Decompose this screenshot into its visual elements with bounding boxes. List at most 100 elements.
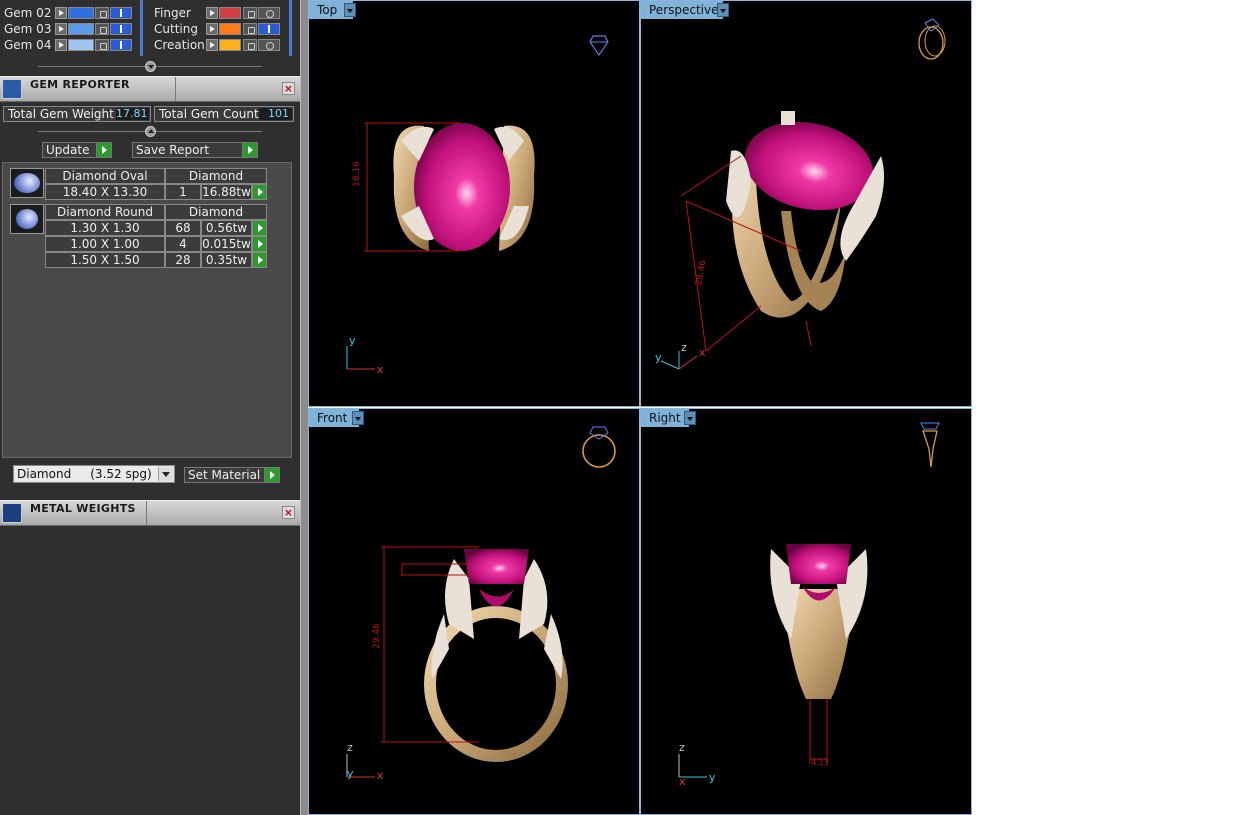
layer-row[interactable]: Cutting <box>150 22 290 37</box>
gem-shape-cell: Diamond Round <box>45 204 165 220</box>
axis-triad <box>678 754 707 778</box>
axis-z-label: z <box>679 741 685 754</box>
layer-row[interactable]: Finger <box>150 6 290 21</box>
gem-count-cell: 28 <box>165 252 201 268</box>
select-gems-arrow-icon[interactable] <box>252 252 267 268</box>
gem-shape-cell: Diamond Oval <box>45 168 165 184</box>
total-gem-count-label: Total Gem Count <box>159 107 259 121</box>
update-button[interactable]: Update <box>42 142 112 158</box>
close-icon[interactable]: × <box>282 506 295 519</box>
save-report-button[interactable]: Save Report <box>132 142 258 158</box>
layer-color-swatch[interactable] <box>68 7 94 19</box>
layer-name: Gem 04 <box>4 38 52 52</box>
axis-z-label: z <box>681 341 687 354</box>
chevron-down-icon[interactable] <box>158 467 173 481</box>
go-arrow-icon[interactable] <box>264 468 279 482</box>
layer-expand-icon[interactable] <box>206 23 218 35</box>
gem-count-cell: 1 <box>165 184 201 200</box>
viewport-top[interactable]: 18.16 y x Top <box>308 0 640 407</box>
viewport-front[interactable]: 29.46 z y x Front <box>308 408 640 815</box>
visibility-toggle-icon[interactable] <box>258 7 280 19</box>
viewport-tab-label: Front <box>317 411 348 425</box>
layer-expand-icon[interactable] <box>206 7 218 19</box>
chevron-down-icon[interactable] <box>717 3 729 17</box>
gem-oval-thumbnail[interactable] <box>10 168 44 198</box>
gem-round-thumbnail[interactable] <box>10 204 44 234</box>
axis-x-label: x <box>377 363 384 376</box>
axis-z-label: z <box>347 741 353 754</box>
collapse-toggle-icon[interactable] <box>145 61 156 72</box>
viewport-right[interactable]: 4.13 z x y Right <box>640 408 972 815</box>
perspective-view-canvas: 28.46 y z x <box>655 18 946 370</box>
layer-color-swatch[interactable] <box>219 39 241 51</box>
select-gems-arrow-icon[interactable] <box>252 220 267 236</box>
viewport-tab-label: Top <box>317 3 338 17</box>
diamond-oval-icon <box>14 173 40 193</box>
lock-icon[interactable] <box>243 7 257 19</box>
visibility-toggle-icon[interactable] <box>110 23 132 35</box>
material-select[interactable]: Diamond (3.52 spg) <box>13 465 175 483</box>
gem-weight-cell: 0.56tw <box>201 220 252 236</box>
lock-icon[interactable] <box>243 39 257 51</box>
gem-weight-cell: 0.015tw <box>201 236 252 252</box>
viewport-tab-label: Perspective <box>649 3 719 17</box>
viewport-perspective[interactable]: 28.46 y z x Perspective <box>640 0 972 407</box>
visibility-toggle-icon[interactable] <box>258 23 280 35</box>
layer-color-swatch[interactable] <box>68 23 94 35</box>
layer-name: Gem 02 <box>4 6 52 20</box>
dimension-label: 18.16 <box>352 161 362 187</box>
gem-size-cell: 18.40 X 13.30 <box>45 184 165 200</box>
lock-icon[interactable] <box>95 23 109 35</box>
axis-x-label: x <box>699 346 706 359</box>
layer-color-swatch[interactable] <box>219 7 241 19</box>
select-gems-arrow-icon[interactable] <box>252 236 267 252</box>
total-gem-weight-label: Total Gem Weight <box>8 107 114 121</box>
total-gem-count-value: 101 <box>259 108 292 120</box>
go-arrow-icon[interactable] <box>96 143 111 157</box>
select-gems-arrow-icon[interactable] <box>252 184 267 200</box>
viewport-tab-right[interactable]: Right <box>641 409 689 427</box>
go-arrow-icon[interactable] <box>242 143 257 157</box>
layer-color-swatch[interactable] <box>219 23 241 35</box>
layer-column-edge <box>289 0 292 56</box>
chevron-down-icon[interactable] <box>352 411 364 425</box>
update-button-label: Update <box>46 143 90 157</box>
layer-row[interactable]: Creation <box>150 38 290 53</box>
layer-list: Gem 02 Gem 03 Gem 04 Finger Cutting Crea… <box>0 0 300 58</box>
visibility-toggle-icon[interactable] <box>258 39 280 51</box>
ring-front-view <box>424 549 568 762</box>
axis-x-label: x <box>679 775 686 788</box>
right-view-canvas: 4.13 z x y <box>678 422 940 788</box>
layer-row[interactable]: Gem 04 <box>0 38 145 53</box>
panel-splitter[interactable] <box>300 0 308 815</box>
collapse-toggle-icon[interactable] <box>145 126 156 137</box>
ring-front-icon <box>582 426 616 468</box>
layer-row[interactable]: Gem 03 <box>0 22 145 37</box>
layer-expand-icon[interactable] <box>55 39 67 51</box>
lock-icon[interactable] <box>243 23 257 35</box>
close-icon[interactable]: × <box>282 82 295 95</box>
layer-name: Finger <box>154 6 191 20</box>
app-window: Gem 02 Gem 03 Gem 04 Finger Cutting Crea… <box>0 0 1258 815</box>
gem-reporter-icon <box>2 79 22 99</box>
dimension-lines <box>809 699 828 763</box>
total-gem-count-field: Total Gem Count 101 <box>154 106 294 122</box>
set-material-button-label: Set Material <box>188 468 261 482</box>
lock-icon[interactable] <box>95 39 109 51</box>
layer-name: Creation <box>154 38 205 52</box>
layer-expand-icon[interactable] <box>206 39 218 51</box>
layer-expand-icon[interactable] <box>55 23 67 35</box>
set-material-button[interactable]: Set Material <box>184 467 280 483</box>
visibility-toggle-icon[interactable] <box>110 39 132 51</box>
viewport-tab-perspective[interactable]: Perspective <box>641 1 723 19</box>
layer-row[interactable]: Gem 02 <box>0 6 145 21</box>
chevron-down-icon[interactable] <box>344 3 356 17</box>
chevron-down-icon[interactable] <box>684 411 696 425</box>
front-view-canvas: 29.46 z y x <box>346 426 616 782</box>
lock-icon[interactable] <box>95 7 109 19</box>
layer-color-swatch[interactable] <box>68 39 94 51</box>
layer-expand-icon[interactable] <box>55 7 67 19</box>
metal-weights-header: METAL WEIGHTS × <box>0 500 300 526</box>
visibility-toggle-icon[interactable] <box>110 7 132 19</box>
layer-name: Gem 03 <box>4 22 52 36</box>
